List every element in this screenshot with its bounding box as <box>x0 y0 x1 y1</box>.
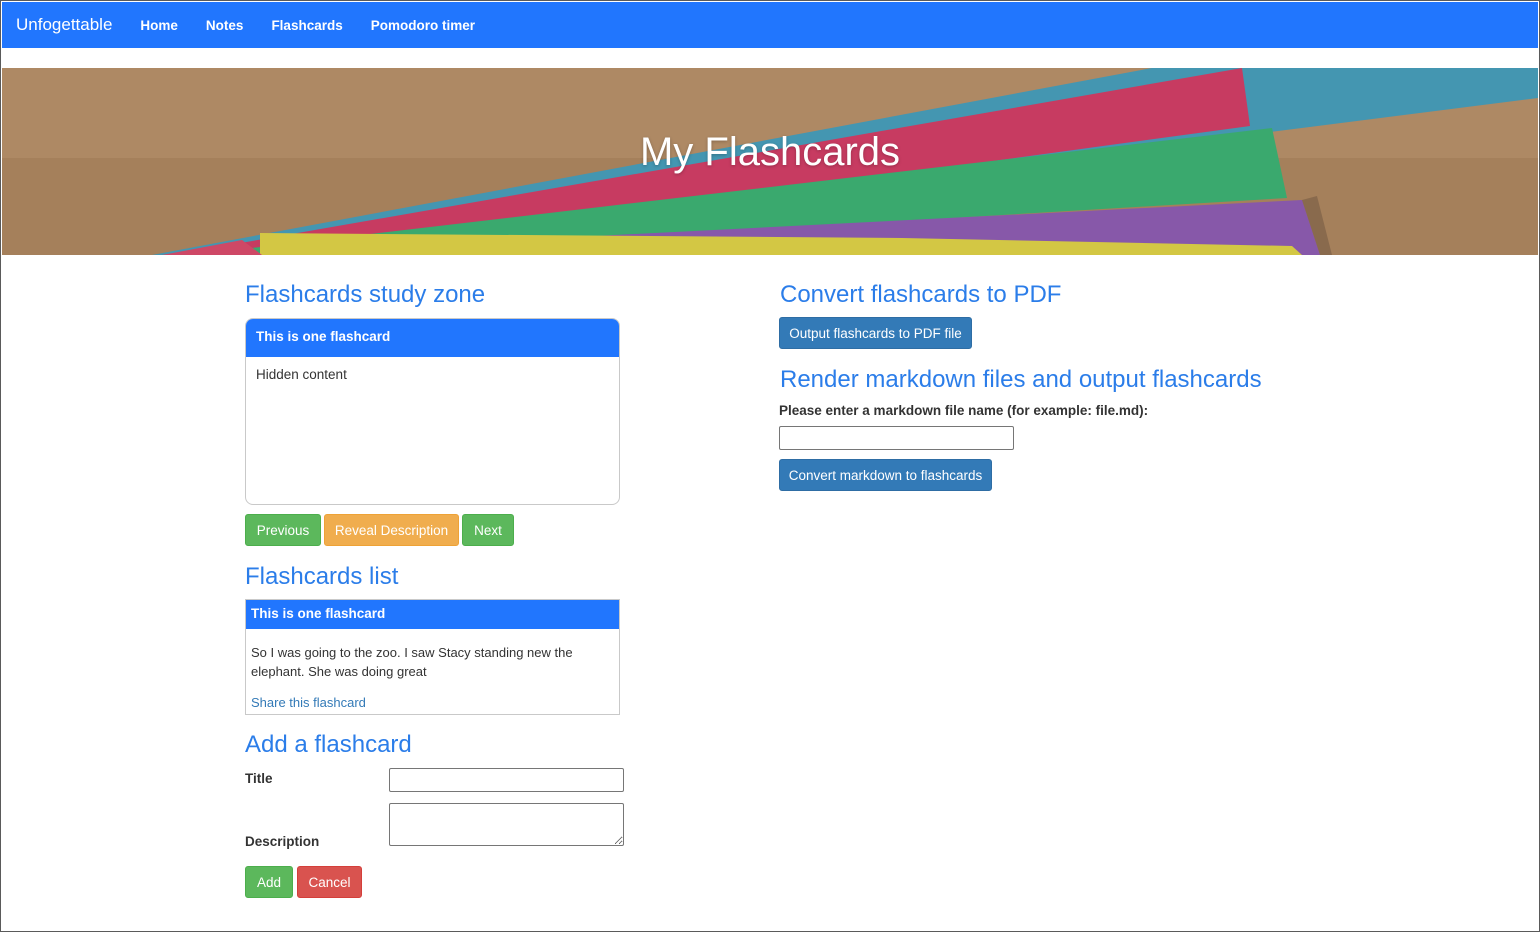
add-button[interactable]: Add <box>245 866 293 898</box>
study-flashcard: This is one flashcard Hidden content <box>245 318 620 505</box>
nav-link-home[interactable]: Home <box>126 18 192 33</box>
top-navbar: Unfogettable Home Notes Flashcards Pomod… <box>2 2 1538 48</box>
nav-link-pomodoro-timer[interactable]: Pomodoro timer <box>357 18 489 33</box>
study-flashcard-body: Hidden content <box>256 367 347 382</box>
next-button[interactable]: Next <box>462 514 514 546</box>
study-flashcard-title: This is one flashcard <box>246 319 619 357</box>
list-item-title: This is one flashcard <box>246 600 619 629</box>
title-input[interactable] <box>389 768 624 792</box>
reveal-description-button[interactable]: Reveal Description <box>324 514 459 546</box>
add-flashcard-heading: Add a flashcard <box>245 731 412 758</box>
hero-banner: My Flashcards <box>2 68 1538 255</box>
share-flashcard-link[interactable]: Share this flashcard <box>251 695 366 710</box>
markdown-filename-label: Please enter a markdown file name (for e… <box>779 403 1149 418</box>
hero-title: My Flashcards <box>639 130 901 174</box>
output-pdf-button[interactable]: Output flashcards to PDF file <box>779 317 972 349</box>
convert-markdown-button[interactable]: Convert markdown to flashcards <box>779 459 992 491</box>
list-item: This is one flashcard So I was going to … <box>245 599 620 715</box>
pdf-section-heading: Convert flashcards to PDF <box>780 281 1062 308</box>
brand-link[interactable]: Unfogettable <box>2 15 126 35</box>
markdown-section-heading: Render markdown files and output flashca… <box>780 366 1262 393</box>
markdown-filename-input[interactable] <box>779 426 1014 450</box>
previous-button[interactable]: Previous <box>245 514 321 546</box>
study-zone-heading: Flashcards study zone <box>245 281 486 308</box>
flashcards-list-heading: Flashcards list <box>245 563 399 590</box>
title-label: Title <box>245 771 273 786</box>
description-textarea[interactable] <box>389 803 624 846</box>
nav-link-flashcards[interactable]: Flashcards <box>257 18 356 33</box>
cancel-button[interactable]: Cancel <box>297 866 362 898</box>
description-label: Description <box>245 834 320 849</box>
nav-link-notes[interactable]: Notes <box>192 18 258 33</box>
list-item-description: So I was going to the zoo. I saw Stacy s… <box>251 645 573 679</box>
